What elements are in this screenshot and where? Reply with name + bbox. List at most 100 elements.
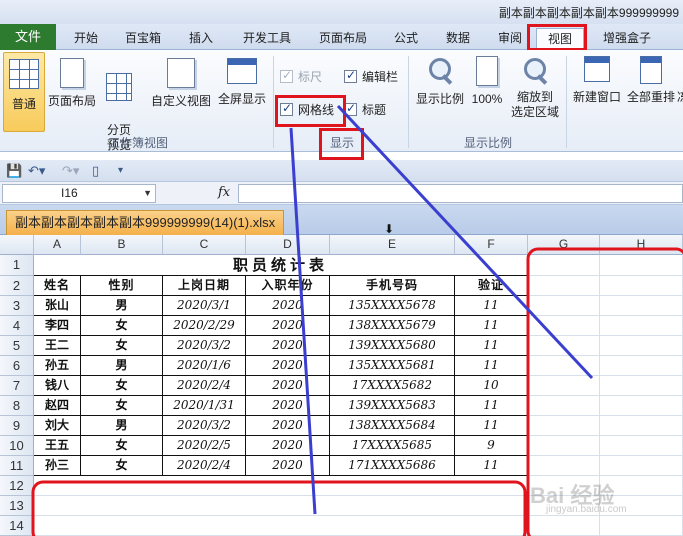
table-cell[interactable]: 2020 <box>246 376 330 396</box>
table-cell[interactable]: 孙三 <box>34 456 81 476</box>
table-cell[interactable]: 11 <box>455 296 528 316</box>
row-header[interactable]: 6 <box>0 356 34 376</box>
custom-views-button[interactable]: 自定义视图 <box>150 58 212 109</box>
undo-icon[interactable]: ↶▾ <box>28 163 45 179</box>
row-header[interactable]: 9 <box>0 416 34 436</box>
table-cell[interactable]: 2020/3/2 <box>163 336 246 356</box>
column-header[interactable]: F <box>455 235 528 255</box>
new-window-button[interactable]: 新建窗口 <box>570 56 624 105</box>
table-cell[interactable]: 女 <box>81 456 163 476</box>
table-cell[interactable]: 2020 <box>246 416 330 436</box>
table-cell[interactable]: 女 <box>81 316 163 336</box>
table-cell[interactable]: 2020 <box>246 436 330 456</box>
tab-insert[interactable]: 插入 <box>180 28 222 50</box>
column-header[interactable]: B <box>81 235 163 255</box>
table-header-cell[interactable]: 性别 <box>81 276 163 296</box>
tab-home[interactable]: 开始 <box>64 28 108 50</box>
select-all-corner[interactable] <box>0 235 34 255</box>
table-cell[interactable]: 王二 <box>34 336 81 356</box>
freeze-panes-button[interactable]: 冻 <box>677 90 683 105</box>
chevron-down-icon[interactable]: ▼ <box>143 185 152 202</box>
table-cell[interactable]: 女 <box>81 376 163 396</box>
table-cell[interactable]: 男 <box>81 296 163 316</box>
table-cell[interactable]: 女 <box>81 436 163 456</box>
table-cell[interactable]: 2020 <box>246 456 330 476</box>
table-cell[interactable]: 2020 <box>246 316 330 336</box>
table-cell[interactable]: 李四 <box>34 316 81 336</box>
new-document-icon[interactable]: ▯ <box>92 163 99 179</box>
customize-qat-icon[interactable]: ▾ <box>118 165 123 176</box>
full-screen-button[interactable]: 全屏显示 <box>214 58 270 107</box>
column-header[interactable]: E <box>330 235 455 255</box>
table-cell[interactable]: 2020 <box>246 396 330 416</box>
zoom-100-button[interactable]: 100% <box>468 56 506 107</box>
table-cell[interactable]: 男 <box>81 356 163 376</box>
table-header-cell[interactable]: 上岗日期 <box>163 276 246 296</box>
table-cell[interactable]: 11 <box>455 456 528 476</box>
table-cell[interactable]: 2020 <box>246 336 330 356</box>
table-cell[interactable]: 11 <box>455 356 528 376</box>
table-cell[interactable]: 138XXXX5679 <box>330 316 455 336</box>
table-cell[interactable]: 171XXXX5686 <box>330 456 455 476</box>
table-cell[interactable]: 135XXXX5678 <box>330 296 455 316</box>
table-cell[interactable]: 2020/1/6 <box>163 356 246 376</box>
row-header[interactable]: 14 <box>0 516 34 536</box>
name-box[interactable]: I16 ▼ <box>2 184 156 203</box>
column-header[interactable]: G <box>528 235 600 255</box>
table-cell[interactable]: 2020 <box>246 296 330 316</box>
tab-formulas[interactable]: 公式 <box>386 28 426 50</box>
redo-icon[interactable]: ↷▾ <box>62 163 79 179</box>
table-cell[interactable]: 139XXXX5680 <box>330 336 455 356</box>
table-header-cell[interactable]: 验证 <box>455 276 528 296</box>
table-cell[interactable]: 11 <box>455 316 528 336</box>
row-header[interactable]: 13 <box>0 496 34 516</box>
workbook-tab[interactable]: 副本副本副本副本副本999999999(14)(1).xlsx <box>6 210 285 235</box>
column-header[interactable]: D <box>246 235 330 255</box>
row-header[interactable]: 5 <box>0 336 34 356</box>
arrange-all-button[interactable]: 全部重排 <box>624 56 678 105</box>
tab-enhance-box[interactable]: 增强盒子 <box>594 28 660 50</box>
table-cell[interactable]: 女 <box>81 396 163 416</box>
row-header[interactable]: 7 <box>0 376 34 396</box>
table-cell[interactable]: 11 <box>455 336 528 356</box>
table-cell[interactable]: 9 <box>455 436 528 456</box>
row-header[interactable]: 8 <box>0 396 34 416</box>
tab-data[interactable]: 数据 <box>438 28 478 50</box>
page-break-preview-button[interactable]: 分页 预览 <box>100 58 138 168</box>
tab-developer[interactable]: 开发工具 <box>236 28 298 50</box>
row-header[interactable]: 3 <box>0 296 34 316</box>
tab-file[interactable]: 文件 <box>0 24 56 50</box>
row-header[interactable]: 4 <box>0 316 34 336</box>
table-cell[interactable]: 2020/2/5 <box>163 436 246 456</box>
formula-bar-checkbox[interactable]: 编辑栏 <box>344 68 398 85</box>
table-header-cell[interactable]: 入职年份 <box>246 276 330 296</box>
column-header[interactable]: A <box>34 235 81 255</box>
table-header-cell[interactable]: 姓名 <box>34 276 81 296</box>
tab-page-layout[interactable]: 页面布局 <box>312 28 374 50</box>
table-cell[interactable]: 138XXXX5684 <box>330 416 455 436</box>
table-cell[interactable]: 17XXXX5685 <box>330 436 455 456</box>
table-cell[interactable]: 张山 <box>34 296 81 316</box>
table-cell[interactable]: 孙五 <box>34 356 81 376</box>
table-cell[interactable]: 赵四 <box>34 396 81 416</box>
table-cell[interactable]: 女 <box>81 336 163 356</box>
table-cell[interactable]: 2020/3/2 <box>163 416 246 436</box>
row-header[interactable]: 11 <box>0 456 34 476</box>
table-cell[interactable]: 王五 <box>34 436 81 456</box>
table-header-cell[interactable]: 手机号码 <box>330 276 455 296</box>
row-header[interactable]: 12 <box>0 476 34 496</box>
tab-toolbox[interactable]: 百宝箱 <box>118 28 168 50</box>
table-cell[interactable]: 2020/1/31 <box>163 396 246 416</box>
row-header[interactable]: 10 <box>0 436 34 456</box>
formula-input[interactable] <box>238 184 683 203</box>
normal-view-button[interactable]: 普通 <box>3 52 45 132</box>
table-cell[interactable]: 10 <box>455 376 528 396</box>
row-header[interactable]: 2 <box>0 276 34 296</box>
tab-review[interactable]: 审阅 <box>490 28 530 50</box>
zoom-button[interactable]: 显示比例 <box>414 56 466 107</box>
fx-icon[interactable]: fx <box>218 185 230 200</box>
table-cell[interactable]: 钱八 <box>34 376 81 396</box>
table-cell[interactable]: 2020/3/1 <box>163 296 246 316</box>
table-cell[interactable]: 刘大 <box>34 416 81 436</box>
table-cell[interactable]: 135XXXX5681 <box>330 356 455 376</box>
